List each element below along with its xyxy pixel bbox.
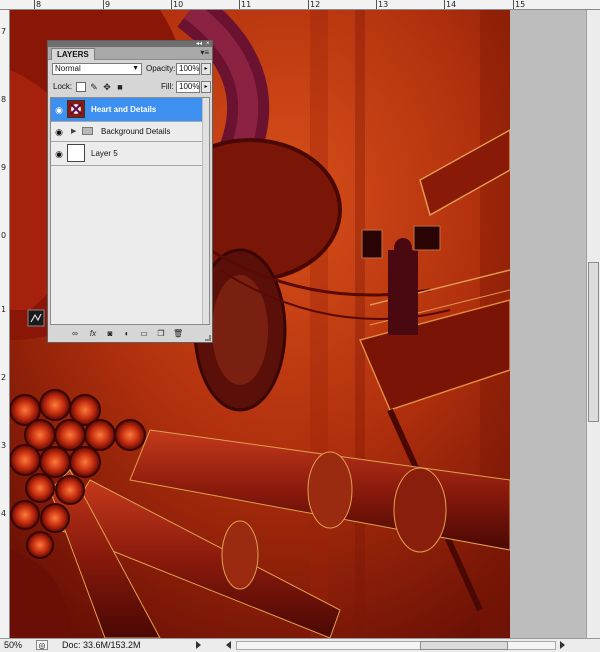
lock-all-icon[interactable]: ■ xyxy=(115,82,125,92)
eye-icon[interactable]: ◉ xyxy=(54,105,64,115)
ruler-label: 7 xyxy=(1,27,7,36)
thumbnail-art-icon xyxy=(68,101,84,117)
blend-mode-value: Normal xyxy=(55,64,81,73)
ruler-label: 12 xyxy=(310,0,321,9)
lock-move-icon[interactable]: ✥ xyxy=(102,82,112,92)
eye-icon[interactable]: ◉ xyxy=(54,149,64,159)
status-menu-arrow-icon[interactable] xyxy=(196,641,201,649)
ruler-label: 8 xyxy=(36,0,42,9)
ruler-tick xyxy=(171,0,172,9)
ruler-label: 9 xyxy=(1,163,7,172)
new-group-icon[interactable]: ▭ xyxy=(139,329,149,339)
panel-menu-icon[interactable]: ▾≡ xyxy=(200,49,209,57)
layer-name[interactable]: Background Details xyxy=(101,127,170,137)
opacity-field[interactable]: 100% xyxy=(176,63,200,75)
horizontal-scroll-thumb[interactable] xyxy=(420,641,508,650)
ruler-label: 0 xyxy=(1,231,7,240)
scroll-right-icon[interactable] xyxy=(560,641,565,649)
layer-name[interactable]: Layer 5 xyxy=(91,149,118,159)
opacity-label: Opacity: xyxy=(146,64,176,73)
layer-list-scrollbar[interactable] xyxy=(202,98,209,324)
ruler-label: 4 xyxy=(1,509,7,518)
zoom-level[interactable]: 50% xyxy=(4,640,22,650)
opacity-slider-button[interactable]: ▸ xyxy=(201,63,211,75)
layer-thumbnail xyxy=(67,144,85,162)
layer-thumbnail xyxy=(67,100,85,118)
ruler-label: 1 xyxy=(1,305,7,314)
layers-panel: ◂◂ × LAYERS ▾≡ Normal ▼ Opacity: 100% ▸ … xyxy=(47,40,213,343)
ruler-tick xyxy=(308,0,309,9)
vertical-scroll-thumb[interactable] xyxy=(588,262,599,422)
panel-tab-bar: LAYERS ▾≡ xyxy=(48,47,212,60)
adjustment-layer-icon[interactable]: ◐ xyxy=(122,329,132,339)
ruler-top[interactable]: 8 9 10 11 12 13 14 15 xyxy=(0,0,600,10)
blend-mode-select[interactable]: Normal ▼ xyxy=(52,63,142,75)
link-layers-icon[interactable]: ∞ xyxy=(70,329,80,339)
ruler-label: 11 xyxy=(241,0,252,9)
ruler-label: 8 xyxy=(1,95,7,104)
new-layer-icon[interactable]: ❐ xyxy=(156,329,166,339)
tab-layers[interactable]: LAYERS xyxy=(51,48,95,60)
layer-name[interactable]: Heart and Details xyxy=(91,105,156,115)
ruler-tick xyxy=(239,0,240,9)
doc-size[interactable]: Doc: 33.6M/153.2M xyxy=(62,640,141,650)
ruler-label: 9 xyxy=(105,0,111,9)
lock-label: Lock: xyxy=(53,82,73,91)
ruler-label: 10 xyxy=(173,0,184,9)
layer-row-heart-and-details[interactable]: ◉ Heart and Details xyxy=(51,98,209,122)
panel-footer: ∞ fx ◙ ◐ ▭ ❐ 🗑 xyxy=(48,326,212,342)
ruler-left[interactable]: 7 8 9 0 1 2 3 4 xyxy=(0,10,10,638)
vertical-scrollbar[interactable] xyxy=(586,10,600,638)
pasteboard xyxy=(510,10,586,638)
ruler-label: 14 xyxy=(446,0,457,9)
ruler-tick xyxy=(444,0,445,9)
layer-mask-icon[interactable]: ◙ xyxy=(105,329,115,339)
ruler-tick xyxy=(103,0,104,9)
scroll-left-icon[interactable] xyxy=(226,641,231,649)
ruler-tick xyxy=(34,0,35,9)
horizontal-scrollbar[interactable] xyxy=(236,641,556,650)
expand-arrow-icon[interactable]: ▶ xyxy=(71,127,76,137)
layer-row-layer-5[interactable]: ◉ Layer 5 xyxy=(51,142,209,166)
ruler-label: 3 xyxy=(1,441,7,450)
ruler-tick xyxy=(513,0,514,9)
ruler-label: 15 xyxy=(515,0,526,9)
ruler-label: 13 xyxy=(378,0,389,9)
chevron-down-icon: ▼ xyxy=(132,65,139,72)
fill-slider-button[interactable]: ▸ xyxy=(201,81,211,93)
ruler-tick xyxy=(376,0,377,9)
eye-icon[interactable]: ◉ xyxy=(54,127,64,137)
navigator-icon[interactable]: ◎ xyxy=(36,640,48,650)
layer-list: ◉ Heart and Details ◉ ▶ Background Detai… xyxy=(50,97,210,325)
resize-grip-icon[interactable] xyxy=(205,335,211,341)
trash-icon[interactable]: 🗑 xyxy=(173,329,183,339)
fill-field[interactable]: 100% xyxy=(176,81,200,93)
lock-brush-icon[interactable]: ✎ xyxy=(89,82,99,92)
lock-transparent-icon[interactable] xyxy=(76,82,86,92)
layer-row-background-details[interactable]: ◉ ▶ Background Details xyxy=(51,122,209,142)
ruler-label: 2 xyxy=(1,373,7,382)
folder-icon xyxy=(82,127,93,135)
fill-label: Fill: xyxy=(161,82,174,91)
status-bar: 50% ◎ Doc: 33.6M/153.2M xyxy=(0,638,600,652)
fx-icon[interactable]: fx xyxy=(88,329,98,339)
